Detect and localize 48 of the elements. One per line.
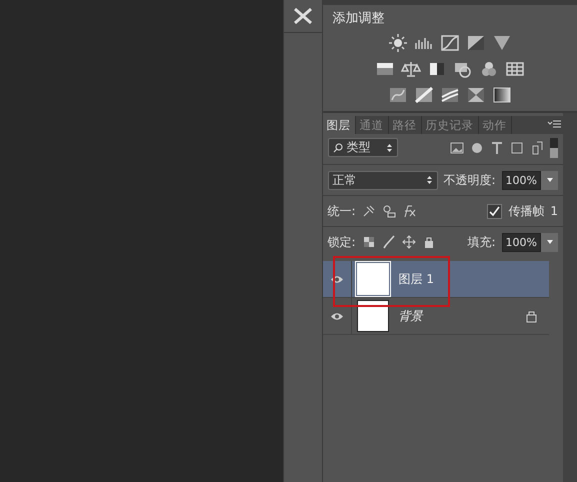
curve-icon[interactable]	[440, 33, 460, 53]
filter-select[interactable]: 类型	[328, 138, 398, 157]
fx-icon[interactable]	[402, 204, 416, 218]
lock-label: 锁定:	[328, 234, 356, 250]
panel-tab[interactable]: 通道	[356, 116, 388, 134]
eye-icon[interactable]	[330, 274, 344, 284]
scale-icon[interactable]	[400, 59, 421, 79]
layer-name: 背景	[398, 308, 424, 324]
sun-icon[interactable]	[388, 33, 408, 53]
hourglass-icon[interactable]	[466, 85, 486, 105]
panel-tab[interactable]: 历史记录	[422, 116, 478, 134]
frame-count: 1	[550, 204, 558, 218]
up-down-arrow-icon	[386, 142, 392, 152]
eye-icon[interactable]	[330, 312, 344, 320]
dropdown-arrow-icon	[546, 177, 554, 183]
diagonal-icon[interactable]	[414, 85, 434, 105]
text-icon[interactable]	[490, 140, 504, 154]
swirl-icon[interactable]	[388, 85, 408, 105]
move-icon[interactable]	[402, 235, 416, 249]
brush-icon[interactable]	[382, 235, 396, 249]
panel-title: 添加调整	[332, 10, 386, 27]
layer-thumbnail	[356, 300, 388, 332]
scrollbar[interactable]	[563, 113, 577, 482]
stripes-icon[interactable]	[440, 85, 460, 105]
layer-row[interactable]: 图层 1	[322, 261, 549, 298]
toggle-switch-icon[interactable]	[550, 138, 558, 158]
checker-icon[interactable]	[362, 235, 376, 249]
transform-icon[interactable]	[510, 140, 524, 154]
search-icon	[332, 142, 342, 152]
panel-tab[interactable]: 动作	[478, 116, 512, 134]
fill-label: 填充:	[468, 234, 496, 250]
layer-thumbnail	[356, 263, 388, 295]
propagate-checkbox[interactable]	[487, 204, 502, 218]
dropdown-arrow-icon	[546, 239, 554, 245]
circle-icon[interactable]	[470, 140, 484, 154]
panel-tab[interactable]: 图层	[322, 116, 356, 134]
up-down-arrow-icon	[426, 175, 432, 185]
layer-name: 图层 1	[398, 270, 435, 288]
gradient-square-icon[interactable]	[492, 85, 512, 105]
layer-row[interactable]: 背景	[322, 298, 549, 335]
document-icon[interactable]	[530, 140, 544, 154]
panel-tab[interactable]: 路径	[388, 116, 422, 134]
image-icon[interactable]	[450, 140, 464, 154]
opacity-label: 不透明度:	[444, 172, 496, 188]
blend-mode-select[interactable]: 正常	[328, 170, 438, 190]
unify-label: 统一:	[328, 202, 356, 220]
propagate-label: 传播帧	[508, 202, 544, 220]
menu-icon[interactable]	[547, 120, 561, 130]
